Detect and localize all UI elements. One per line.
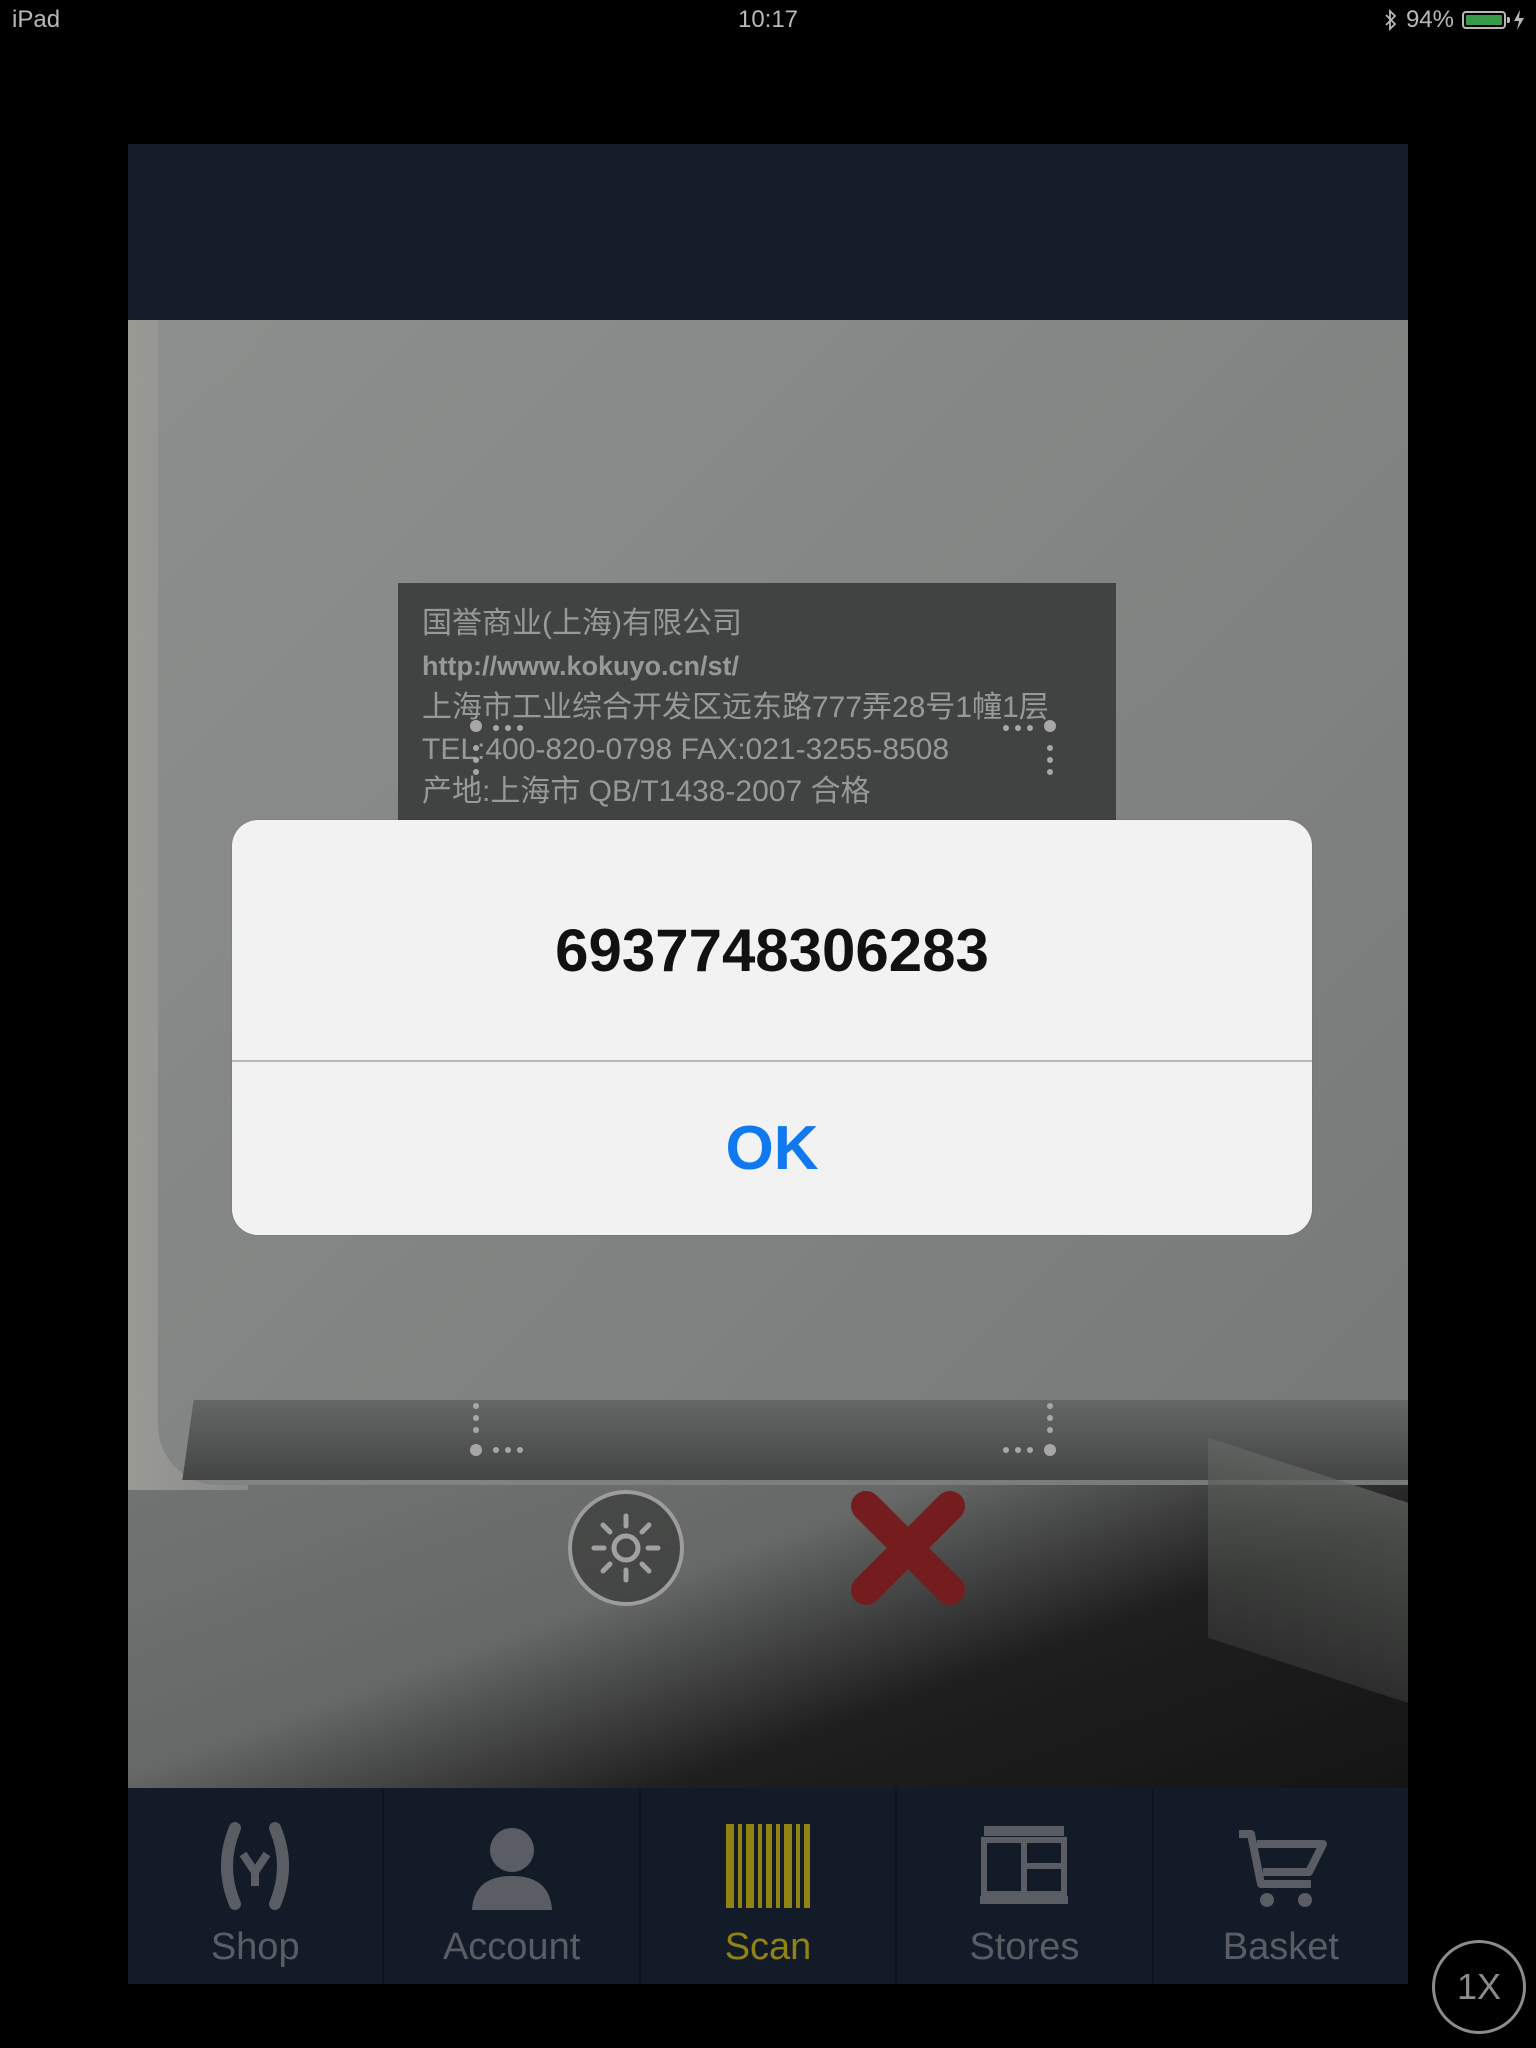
ok-button[interactable]: OK	[232, 1062, 1312, 1235]
barcode-result-alert: 6937748306283 OK	[232, 820, 1312, 1235]
zoom-indicator-button[interactable]: 1X	[1432, 1940, 1526, 2034]
alert-message: 6937748306283	[555, 916, 989, 984]
